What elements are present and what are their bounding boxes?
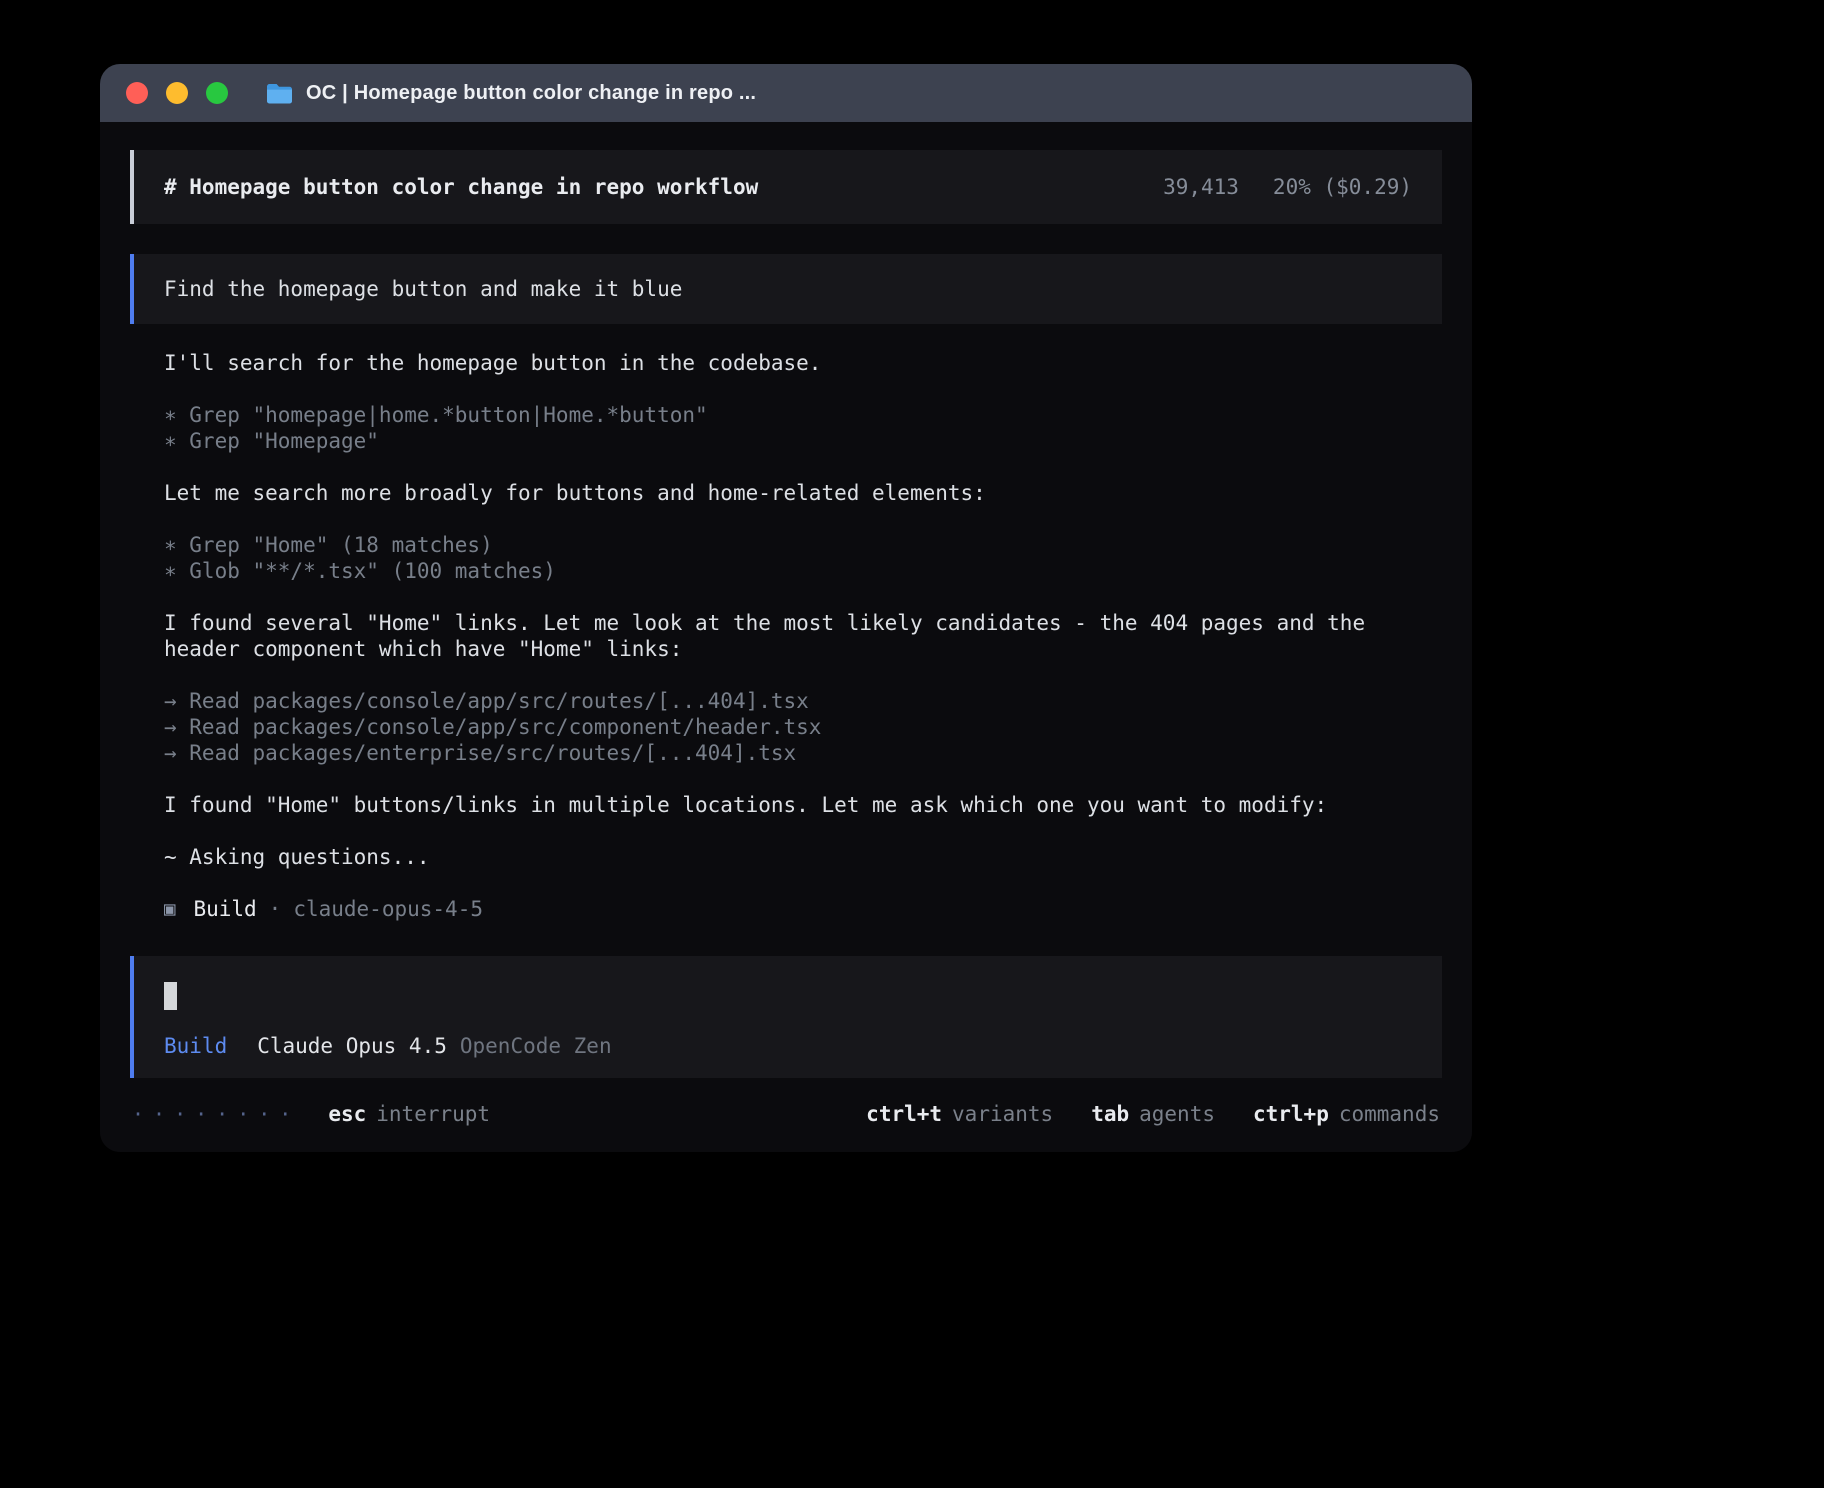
ctrl-p-key: ctrl+p [1253, 1102, 1329, 1126]
agents-label: agents [1139, 1102, 1215, 1126]
tool-call-read: → Read packages/console/app/src/routes/[… [164, 688, 1442, 714]
agent-name: Build [193, 896, 256, 922]
zoom-button[interactable] [206, 82, 228, 104]
tool-call-grep: ∗ Grep "Homepage" [164, 428, 1442, 454]
terminal-content: # Homepage button color change in repo w… [100, 122, 1472, 1152]
tool-call-grep: ∗ Grep "Home" (18 matches) [164, 532, 1442, 558]
assistant-text-found-links: I found several "Home" links. Let me loo… [164, 610, 1442, 662]
shortcut-commands: ctrl+p commands [1253, 1102, 1440, 1126]
tool-call-group: → Read packages/console/app/src/routes/[… [130, 688, 1442, 766]
user-message-text: Find the homepage button and make it blu… [164, 277, 682, 301]
commands-label: commands [1339, 1102, 1440, 1126]
shortcut-interrupt: esc interrupt [328, 1102, 490, 1126]
tool-call-grep: ∗ Grep "homepage|home.*button|Home.*butt… [164, 402, 1442, 428]
tool-call-glob: ∗ Glob "**/*.tsx" (100 matches) [164, 558, 1442, 584]
tool-call-group: ∗ Grep "Home" (18 matches) ∗ Glob "**/*.… [130, 532, 1442, 584]
titlebar[interactable]: OC | Homepage button color change in rep… [100, 64, 1472, 122]
assistant-text-broaden: Let me search more broadly for buttons a… [164, 480, 1442, 506]
model-label[interactable]: Claude Opus 4.5 [257, 1034, 447, 1058]
agent-separator: · [269, 896, 282, 922]
tool-call-read: → Read packages/enterprise/src/routes/[.… [164, 740, 1442, 766]
token-count: 39,413 [1163, 175, 1239, 199]
context-usage: 20% ($0.29) [1273, 175, 1412, 199]
folder-icon [266, 83, 293, 104]
statusbar: ········ esc interrupt ctrl+t variants t… [130, 1102, 1442, 1126]
assistant-text-found-buttons: I found "Home" buttons/links in multiple… [164, 792, 1442, 818]
assistant-text-intro: I'll search for the homepage button in t… [164, 350, 1442, 376]
tab-key: tab [1091, 1102, 1129, 1126]
minimize-button[interactable] [166, 82, 188, 104]
spinner-dots: ········ [132, 1102, 300, 1126]
agent-mode-label[interactable]: Build [164, 1034, 227, 1058]
title-group: OC | Homepage button color change in rep… [266, 82, 756, 105]
input-meta: Build Claude Opus 4.5 OpenCode Zen [164, 1034, 1412, 1058]
prompt-input[interactable]: Build Claude Opus 4.5 OpenCode Zen [130, 956, 1442, 1078]
session-meta: 39,413 20% ($0.29) [1163, 175, 1412, 199]
terminal-window: OC | Homepage button color change in rep… [100, 64, 1472, 1152]
statusbar-left: ········ esc interrupt [132, 1102, 490, 1126]
esc-label: interrupt [376, 1102, 490, 1126]
tool-call-read: → Read packages/console/app/src/componen… [164, 714, 1442, 740]
provider-label: OpenCode Zen [460, 1034, 612, 1058]
esc-key: esc [328, 1102, 366, 1126]
input-line[interactable] [164, 982, 1412, 1010]
agent-icon: ▣ [164, 896, 175, 922]
statusbar-right: ctrl+t variants tab agents ctrl+p comman… [866, 1102, 1440, 1126]
session-header: # Homepage button color change in repo w… [130, 150, 1442, 224]
text-cursor [164, 982, 177, 1010]
agent-status-line: ▣ Build · claude-opus-4-5 [164, 896, 1442, 922]
user-message: Find the homepage button and make it blu… [130, 254, 1442, 324]
shortcut-variants: ctrl+t variants [866, 1102, 1053, 1126]
close-button[interactable] [126, 82, 148, 104]
session-title: # Homepage button color change in repo w… [164, 175, 758, 199]
traffic-lights [126, 82, 228, 104]
agent-model: claude-opus-4-5 [293, 896, 483, 922]
tool-call-group: ∗ Grep "homepage|home.*button|Home.*butt… [130, 402, 1442, 454]
shortcut-agents: tab agents [1091, 1102, 1215, 1126]
variants-label: variants [952, 1102, 1053, 1126]
assistant-status-asking: ~ Asking questions... [164, 844, 1442, 870]
ctrl-t-key: ctrl+t [866, 1102, 942, 1126]
window-title: OC | Homepage button color change in rep… [306, 82, 756, 105]
